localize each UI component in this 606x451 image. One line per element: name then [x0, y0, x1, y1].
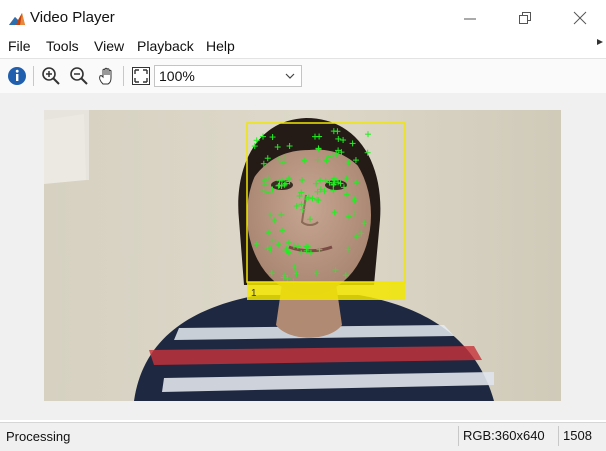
toolbar-separator	[33, 66, 34, 86]
video-display-area: 1	[0, 93, 606, 420]
zoom-in-button[interactable]	[40, 65, 62, 87]
zoom-out-button[interactable]	[68, 65, 90, 87]
info-button[interactable]	[6, 65, 28, 87]
video-player-window: Video Player File Tools View Playback He…	[0, 0, 606, 451]
status-bar: Processing RGB:360x640 1508	[0, 422, 606, 451]
zoom-in-icon	[42, 67, 60, 85]
pan-hand-icon	[99, 67, 112, 85]
matlab-app-icon	[8, 11, 26, 29]
toolbar: 100%	[0, 58, 606, 94]
face-label-bar	[247, 282, 405, 300]
frame-number: 1508	[558, 426, 592, 446]
face-label: 1	[251, 288, 257, 299]
title-bar[interactable]: Video Player	[0, 0, 606, 36]
fit-to-window-button[interactable]	[130, 65, 152, 87]
zoom-out-icon	[70, 67, 88, 85]
minimize-icon	[464, 18, 476, 20]
menu-view[interactable]: View	[94, 38, 124, 54]
chevron-down-icon	[285, 73, 295, 79]
fit-to-window-icon	[132, 67, 150, 85]
dock-arrow-icon[interactable]	[596, 38, 604, 46]
menu-playback[interactable]: Playback	[137, 38, 194, 54]
pan-button[interactable]	[96, 65, 118, 87]
toolbar-separator	[123, 66, 124, 86]
pixel-info: RGB:360x640	[458, 426, 545, 446]
restore-button[interactable]	[505, 4, 545, 32]
zoom-level-select[interactable]: 100%	[154, 65, 302, 87]
menu-help[interactable]: Help	[206, 38, 235, 54]
close-button[interactable]	[560, 4, 600, 32]
video-frame-image: 1	[44, 110, 561, 401]
menu-file[interactable]: File	[8, 38, 31, 54]
close-icon	[573, 11, 587, 25]
menu-tools[interactable]: Tools	[46, 38, 79, 54]
status-text: Processing	[6, 429, 71, 444]
restore-icon	[519, 12, 531, 24]
video-frame[interactable]: 1	[44, 110, 561, 401]
menu-bar: File Tools View Playback Help	[0, 36, 606, 58]
minimize-button[interactable]	[450, 4, 490, 32]
info-icon	[8, 67, 26, 85]
zoom-level-value: 100%	[159, 68, 195, 84]
window-title: Video Player	[30, 9, 115, 26]
